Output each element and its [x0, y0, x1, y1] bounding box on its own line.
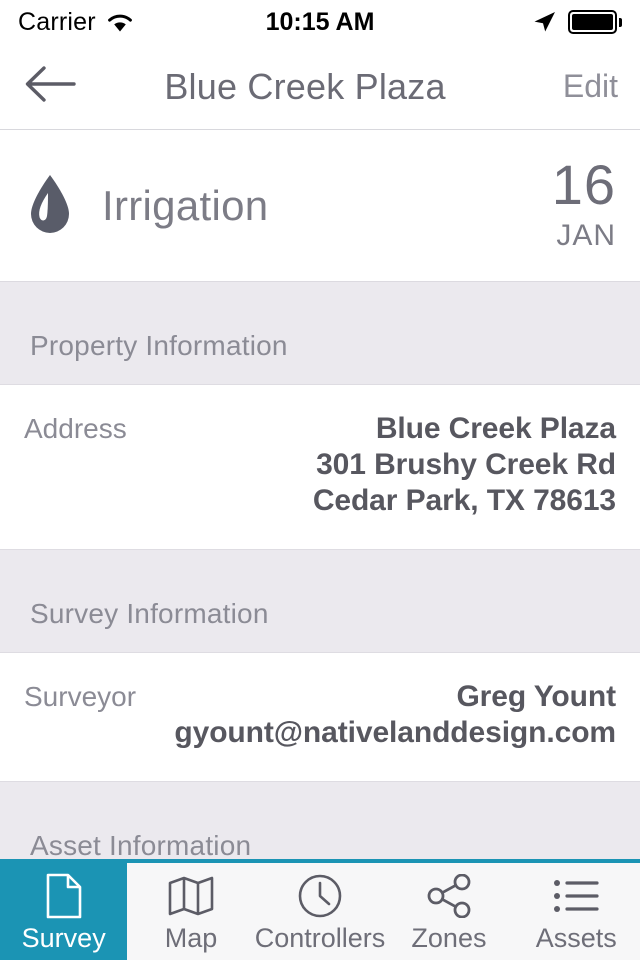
- survey-type-header: Irrigation 16 JAN: [0, 130, 640, 282]
- tab-map[interactable]: Map: [127, 863, 254, 960]
- surveyor-email: gyount@nativelanddesign.com: [174, 716, 616, 749]
- address-line-3: Cedar Park, TX 78613: [312, 484, 616, 517]
- clock-icon: [297, 873, 343, 919]
- tab-assets[interactable]: Assets: [513, 863, 640, 960]
- battery-full-icon: [568, 10, 622, 34]
- navigation-bar: Blue Creek Plaza Edit: [0, 44, 640, 130]
- page-title: Blue Creek Plaza: [164, 65, 446, 107]
- status-bar-time: 10:15 AM: [265, 7, 375, 36]
- location-arrow-icon: [531, 9, 557, 35]
- property-address-row[interactable]: Address Blue Creek Plaza 301 Brushy Cree…: [0, 384, 640, 550]
- survey-detail-list[interactable]: Property Information Address Blue Creek …: [0, 282, 640, 958]
- wifi-icon: [106, 12, 134, 33]
- survey-type-label: Irrigation: [102, 181, 269, 229]
- survey-date: 16 JAN: [551, 152, 616, 255]
- app-root: Carrier 10:15 AM Blue Creek Plaza Edit I…: [0, 0, 640, 960]
- document-icon: [44, 873, 84, 919]
- section-heading-survey-information: Survey Information: [30, 598, 269, 629]
- carrier-label: Carrier: [18, 7, 96, 36]
- tab-bar: Survey Map Controllers Zones Assets: [0, 859, 640, 960]
- address-line-2: 301 Brushy Creek Rd: [316, 448, 616, 481]
- tab-label: Assets: [535, 923, 617, 953]
- row-values: Blue Creek Plaza 301 Brushy Creek Rd Ced…: [127, 411, 616, 519]
- tab-zones[interactable]: Zones: [385, 863, 512, 960]
- map-icon: [167, 873, 215, 919]
- address-line-1: Blue Creek Plaza: [375, 412, 616, 445]
- tab-label: Map: [164, 923, 218, 953]
- section-heading-property-information: Property Information: [30, 330, 288, 361]
- tab-label: Controllers: [254, 923, 386, 953]
- water-droplet-icon: [24, 173, 88, 239]
- status-bar-left: Carrier: [18, 8, 266, 37]
- status-bar-right: [374, 9, 622, 35]
- survey-date-day: 16: [551, 152, 616, 216]
- tab-controllers[interactable]: Controllers: [254, 863, 386, 960]
- tab-survey[interactable]: Survey: [0, 863, 128, 960]
- surveyor-name: Greg Yount: [456, 680, 616, 713]
- back-arrow-icon: [22, 64, 78, 109]
- tab-label: Survey: [21, 923, 106, 953]
- back-button[interactable]: [22, 64, 92, 109]
- row-label: Address: [24, 413, 127, 444]
- share-nodes-icon: [425, 873, 473, 919]
- row-label: Surveyor: [24, 681, 137, 712]
- row-values: Greg Yount gyount@nativelanddesign.com: [136, 679, 616, 751]
- survey-date-month: JAN: [556, 218, 616, 252]
- list-icon: [552, 873, 600, 919]
- edit-button[interactable]: Edit: [518, 68, 618, 105]
- status-bar: Carrier 10:15 AM: [0, 0, 640, 44]
- surveyor-row[interactable]: Surveyor Greg Yount gyount@nativelanddes…: [0, 652, 640, 782]
- tab-label: Zones: [411, 923, 487, 953]
